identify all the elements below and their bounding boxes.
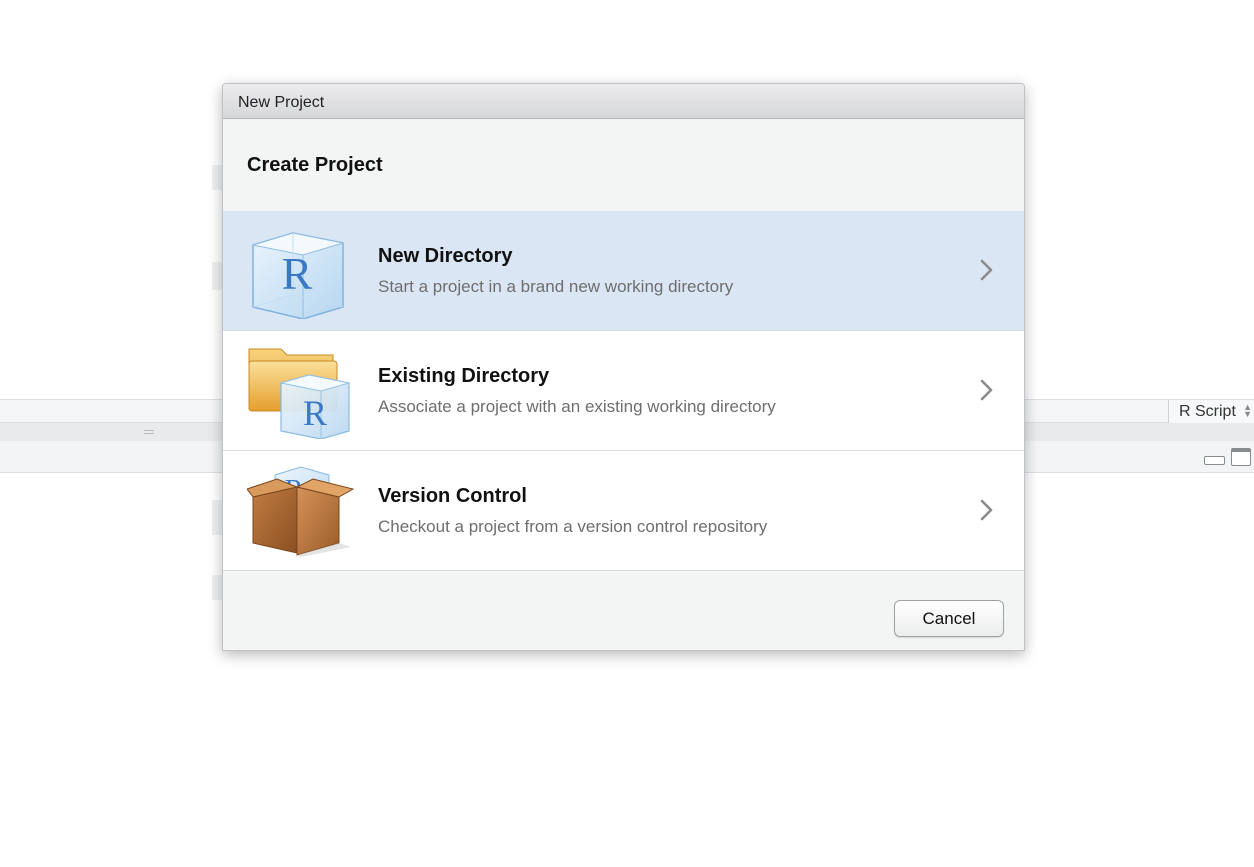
option-title: Version Control [378,485,527,507]
svg-text:R: R [303,393,327,433]
background-pane-edge [212,500,222,535]
cancel-button[interactable]: Cancel [894,600,1004,637]
splitter-grip-icon[interactable] [144,430,154,434]
option-description: Checkout a project from a version contro… [378,517,768,536]
option-description: Associate a project with an existing wor… [378,397,776,416]
background-pane-edge [212,165,222,190]
new-project-dialog: New Project Create Project R New Directo… [222,83,1025,651]
option-version-control[interactable]: R Version Control Checkout a project fro… [223,451,1024,571]
option-title: New Directory [378,245,513,267]
create-project-heading: Create Project [247,154,383,176]
option-description: Start a project in a brand new working d… [378,277,734,296]
r-cube-icon: R [252,232,344,319]
maximize-pane-icon[interactable] [1231,448,1251,466]
up-down-arrows-icon: ▲ ▼ [1243,402,1252,419]
minimize-pane-icon[interactable] [1204,456,1225,465]
chevron-right-icon [980,379,993,401]
option-existing-directory[interactable]: R Existing Directory Associate a project… [223,331,1024,451]
background-pane-edge [212,262,222,290]
option-new-directory[interactable]: R New Directory Start a project in a bra… [223,211,1024,331]
folder-r-icon: R [248,348,350,439]
chevron-right-icon [980,259,993,281]
project-type-list: R New Directory Start a project in a bra… [223,211,1024,571]
box-r-icon: R [247,466,355,557]
dialog-title: New Project [238,94,325,111]
chevron-right-icon [980,499,993,521]
background-pane-edge [212,575,222,600]
dialog-titlebar[interactable]: New Project [223,84,1024,119]
script-type-label: R Script [1179,403,1236,420]
option-title: Existing Directory [378,365,550,387]
svg-text:R: R [282,248,313,299]
script-type-selector[interactable]: R Script ▲ ▼ [1168,400,1254,423]
